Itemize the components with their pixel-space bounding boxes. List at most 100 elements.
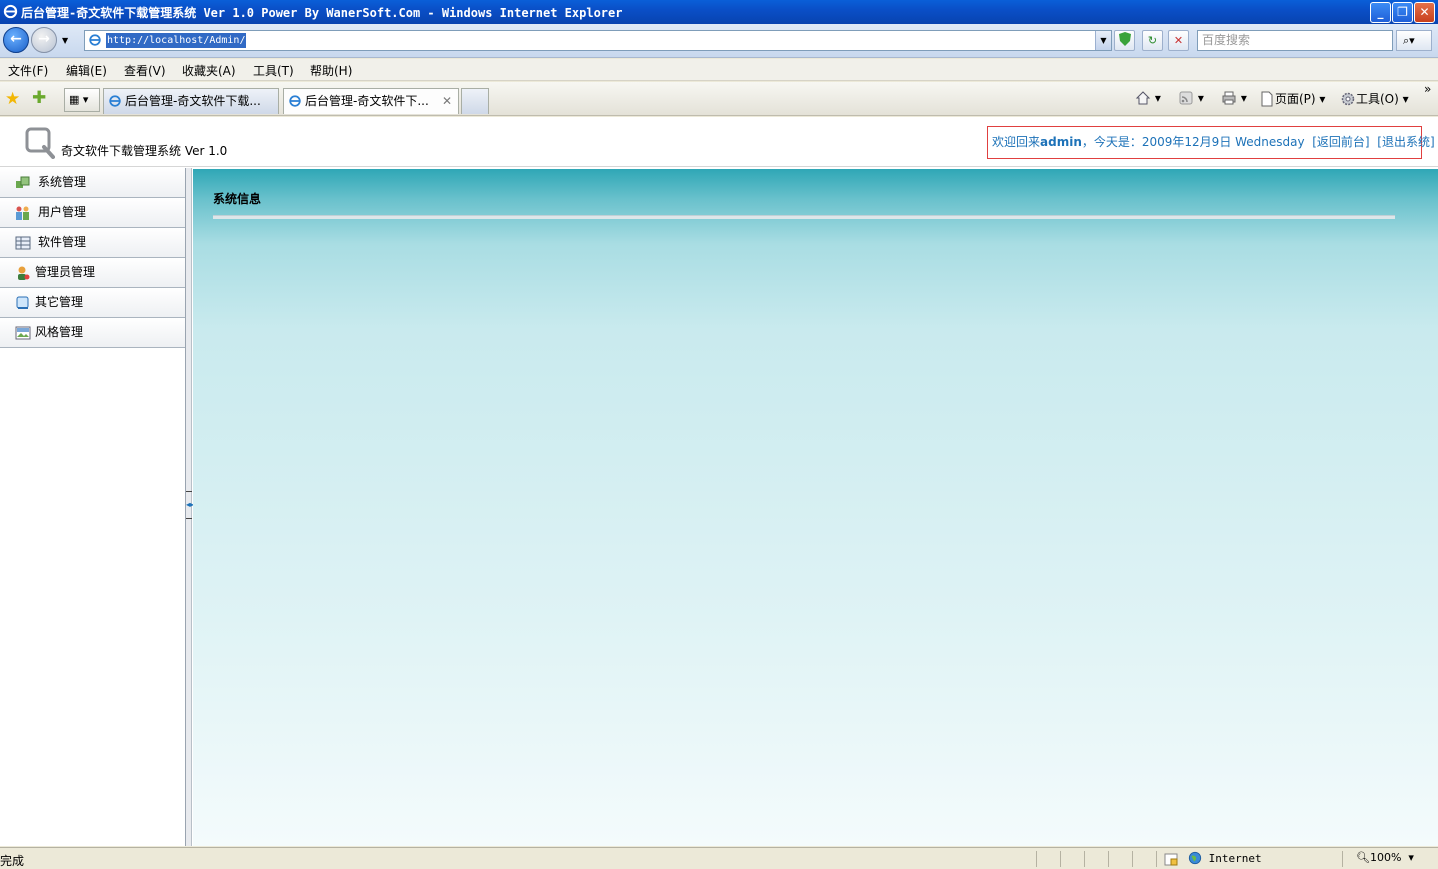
home-icon xyxy=(1135,91,1151,105)
collapse-handle[interactable]: ◂▸ xyxy=(186,491,194,519)
sidebar-item-other[interactable]: 其它管理 xyxy=(0,288,185,318)
menu-file[interactable]: 文件(F) xyxy=(8,62,48,79)
sidebar-item-system[interactable]: 系统管理 xyxy=(0,168,185,198)
status-separator xyxy=(1156,851,1157,867)
add-favorite-icon[interactable]: ✚ xyxy=(32,88,46,108)
status-separator xyxy=(1084,851,1085,867)
history-dropdown-icon[interactable]: ▼ xyxy=(62,36,68,45)
feeds-button[interactable]: ▾ xyxy=(1178,90,1204,106)
tabs-toolbar: ★ ✚ ▦ ▾ 后台管理-奇文软件下载... 后台管理-奇文软件下... ✕ ▾… xyxy=(0,82,1438,116)
tools-menu-button[interactable]: 工具(O) ▾ xyxy=(1340,90,1409,107)
main-panel: 系统信息 xyxy=(193,169,1438,846)
address-dropdown-icon[interactable]: ▼ xyxy=(1095,31,1111,50)
sidebar-item-users[interactable]: 用户管理 xyxy=(0,198,185,228)
tab-inactive[interactable]: 后台管理-奇文软件下载... xyxy=(103,88,279,114)
page-heading: 系统信息 xyxy=(213,192,262,206)
ie-page-icon xyxy=(89,34,101,46)
menu-tools[interactable]: 工具(T) xyxy=(253,62,294,79)
menu-view[interactable]: 查看(V) xyxy=(124,62,166,79)
close-button[interactable]: ✕ xyxy=(1414,2,1435,23)
window-title: 后台管理-奇文软件下载管理系统 Ver 1.0 Power By WanerSo… xyxy=(21,6,623,20)
back-button[interactable]: ← xyxy=(3,27,29,53)
address-url[interactable]: http://localhost/Admin/ xyxy=(106,33,247,48)
tab-label: 后台管理-奇文软件下... xyxy=(305,94,429,108)
forward-button[interactable]: → xyxy=(31,27,57,53)
search-button[interactable]: ⌕▾ xyxy=(1396,30,1432,51)
window-titlebar: 后台管理-奇文软件下载管理系统 Ver 1.0 Power By WanerSo… xyxy=(0,0,1438,24)
style-icon xyxy=(15,326,31,340)
page-viewport: 奇文软件下载管理系统 Ver 1.0 欢迎回来admin，今天是：2009年12… xyxy=(0,117,1438,846)
chevron-more-icon[interactable]: » xyxy=(1424,82,1431,96)
menu-edit[interactable]: 编辑(E) xyxy=(66,62,107,79)
quick-tabs-button[interactable]: ▦ ▾ xyxy=(64,88,100,112)
heading-divider xyxy=(213,215,1395,219)
other-icon xyxy=(16,296,29,309)
users-icon xyxy=(16,206,29,220)
sidebar-item-admins[interactable]: 管理员管理 xyxy=(0,258,185,288)
sidebar-item-style[interactable]: 风格管理 xyxy=(0,318,185,348)
status-separator xyxy=(1108,851,1109,867)
software-icon xyxy=(15,236,31,250)
stop-button[interactable]: ✕ xyxy=(1168,30,1189,51)
sidebar-item-label: 其它管理 xyxy=(35,295,84,309)
sidebar-item-software[interactable]: 软件管理 xyxy=(0,228,185,258)
return-front-link[interactable]: [返回前台] xyxy=(1312,135,1369,149)
logout-link[interactable]: [退出系统] xyxy=(1377,135,1434,149)
tab-close-icon[interactable]: ✕ xyxy=(442,89,452,113)
zone-label: Internet xyxy=(1208,852,1262,865)
status-text: 完成 xyxy=(0,854,25,868)
address-field[interactable]: http://localhost/Admin/ ▼ xyxy=(84,30,1112,51)
ie-page-icon xyxy=(289,95,301,107)
search-input[interactable]: 百度搜索 xyxy=(1197,30,1393,51)
tools-menu-label: 工具(O) xyxy=(1356,92,1399,106)
zoom-level: 100% xyxy=(1369,851,1402,864)
tab-label: 后台管理-奇文软件下载... xyxy=(125,94,261,108)
minimize-button[interactable]: _ xyxy=(1370,2,1391,23)
ie-logo-icon xyxy=(3,4,18,19)
status-separator xyxy=(1060,851,1061,867)
magnifier-logo-icon xyxy=(25,127,55,159)
menu-bar: 文件(F) 编辑(E) 查看(V) 收藏夹(A) 工具(T) 帮助(H) xyxy=(0,59,1438,81)
admin-icon xyxy=(18,266,30,280)
username: admin xyxy=(1040,135,1082,149)
sidebar-splitter[interactable]: ◂▸ xyxy=(186,168,194,846)
page-icon xyxy=(1261,91,1273,107)
page-menu-label: 页面(P) xyxy=(1275,92,1316,106)
system-icon xyxy=(16,176,30,188)
forward-arrow-icon: → xyxy=(38,31,50,47)
maximize-button[interactable]: ❐ xyxy=(1392,2,1413,23)
address-toolbar: ← → ▼ http://localhost/Admin/ ▼ ↻ ✕ 百度搜索… xyxy=(0,24,1438,58)
ie-page-icon xyxy=(109,95,121,107)
zoom-magnifier-icon: 🔍︎ xyxy=(1356,851,1370,864)
print-button[interactable]: ▾ xyxy=(1221,90,1247,106)
sidebar-item-label: 系统管理 xyxy=(38,175,87,189)
sidebar: 系统管理 用户管理 软件管理 管理员管理 其它管理 风格管理 xyxy=(0,168,186,846)
refresh-button[interactable]: ↻ xyxy=(1142,30,1163,51)
home-button[interactable]: ▾ xyxy=(1135,90,1161,106)
globe-icon xyxy=(1188,851,1202,865)
tab-active[interactable]: 后台管理-奇文软件下... ✕ xyxy=(283,88,459,114)
status-separator xyxy=(1342,851,1343,867)
status-separator xyxy=(1132,851,1133,867)
sidebar-item-label: 风格管理 xyxy=(35,325,84,339)
welcome-panel: 欢迎回来admin，今天是：2009年12月9日 Wednesday [返回前台… xyxy=(987,126,1435,159)
new-tab-button[interactable] xyxy=(461,88,489,114)
security-zone[interactable]: Internet xyxy=(1188,851,1262,865)
zoom-control[interactable]: 🔍︎100% ▾ xyxy=(1356,851,1414,864)
date-text: ，今天是：2009年12月9日 Wednesday xyxy=(1081,135,1305,149)
status-bar: 完成 Internet 🔍︎100% ▾ xyxy=(0,847,1438,869)
menu-help[interactable]: 帮助(H) xyxy=(310,62,352,79)
site-title: 奇文软件下载管理系统 Ver 1.0 xyxy=(61,144,228,158)
protected-mode-icon[interactable] xyxy=(1163,851,1179,867)
security-shield-icon[interactable] xyxy=(1114,30,1135,51)
welcome-prefix: 欢迎回来 xyxy=(992,135,1041,149)
menu-favorites[interactable]: 收藏夹(A) xyxy=(182,62,236,79)
sidebar-item-label: 用户管理 xyxy=(38,205,87,219)
site-header: 奇文软件下载管理系统 Ver 1.0 欢迎回来admin，今天是：2009年12… xyxy=(0,117,1438,167)
back-arrow-icon: ← xyxy=(10,31,22,47)
status-separator xyxy=(1036,851,1037,867)
page-menu-button[interactable]: 页面(P) ▾ xyxy=(1259,90,1325,107)
gear-icon xyxy=(1341,92,1355,106)
sidebar-item-label: 软件管理 xyxy=(38,235,87,249)
favorites-star-icon[interactable]: ★ xyxy=(5,89,20,109)
